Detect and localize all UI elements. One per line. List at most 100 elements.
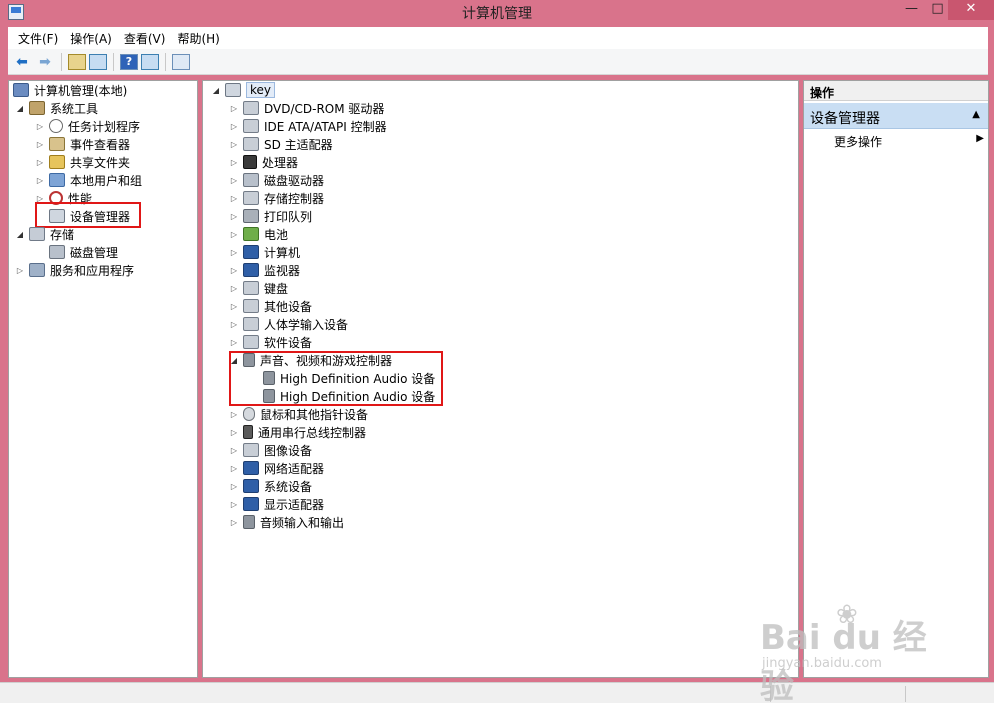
expand-triangle-icon[interactable]: ▷ bbox=[229, 158, 239, 167]
tree-item-performance[interactable]: ▷ 性能 bbox=[35, 189, 92, 207]
expand-triangle-icon[interactable]: ▷ bbox=[229, 140, 239, 149]
tree-item-label: 事件查看器 bbox=[70, 137, 131, 152]
device-category-label: 鼠标和其他指针设备 bbox=[260, 407, 369, 422]
audio-device-item[interactable]: High Definition Audio 设备 bbox=[263, 387, 435, 405]
tree-item-label: 性能 bbox=[68, 191, 93, 206]
tree-item-system-tools[interactable]: ◢ 系统工具 bbox=[15, 99, 98, 117]
other-devices-icon bbox=[243, 299, 259, 313]
expand-triangle-icon[interactable]: ▷ bbox=[229, 284, 239, 293]
device-tree-root-label: key bbox=[246, 82, 276, 98]
device-category[interactable]: ▷ 监视器 bbox=[229, 261, 300, 279]
back-arrow-icon[interactable]: ⬅ bbox=[12, 52, 32, 72]
expand-triangle-icon[interactable]: ▷ bbox=[229, 338, 239, 347]
device-category[interactable]: ▷ DVD/CD-ROM 驱动器 bbox=[229, 99, 384, 117]
device-category[interactable]: ▷ 人体学输入设备 bbox=[229, 315, 348, 333]
audio-device-item[interactable]: High Definition Audio 设备 bbox=[263, 369, 435, 387]
show-action-pane-icon[interactable] bbox=[141, 53, 159, 70]
expand-triangle-icon[interactable]: ▷ bbox=[35, 176, 45, 185]
device-category[interactable]: ▷ 磁盘驱动器 bbox=[229, 171, 324, 189]
maximize-button[interactable]: □ bbox=[924, 0, 951, 20]
tree-item-local-users[interactable]: ▷ 本地用户和组 bbox=[35, 171, 142, 189]
expand-triangle-icon[interactable]: ▷ bbox=[35, 158, 45, 167]
expand-triangle-icon[interactable]: ▷ bbox=[229, 176, 239, 185]
device-category[interactable]: ▷ 其他设备 bbox=[229, 297, 312, 315]
device-category[interactable]: ▷ 存储控制器 bbox=[229, 189, 324, 207]
device-category-sound[interactable]: ◢ 声音、视频和游戏控制器 bbox=[229, 351, 392, 369]
device-category[interactable]: ▷ 电池 bbox=[229, 225, 288, 243]
camera-icon bbox=[243, 443, 259, 457]
show-hide-tree-icon[interactable] bbox=[89, 53, 107, 70]
expand-triangle-icon[interactable]: ▷ bbox=[229, 266, 239, 275]
tree-item-device-manager[interactable]: 设备管理器 bbox=[49, 207, 130, 225]
actions-section-label: 设备管理器 bbox=[810, 111, 880, 127]
actions-section-device-manager[interactable]: 设备管理器 ▲ bbox=[804, 103, 988, 129]
collapse-up-icon[interactable]: ▲ bbox=[972, 109, 980, 120]
device-category[interactable]: ▷ 图像设备 bbox=[229, 441, 312, 459]
services-icon bbox=[29, 263, 45, 277]
device-category[interactable]: ▷ SD 主适配器 bbox=[229, 135, 333, 153]
device-category[interactable]: ▷ 系统设备 bbox=[229, 477, 312, 495]
ide-controller-icon bbox=[243, 119, 259, 133]
device-category[interactable]: ▷ 软件设备 bbox=[229, 333, 312, 351]
tree-item-event-viewer[interactable]: ▷ 事件查看器 bbox=[35, 135, 130, 153]
expand-triangle-icon[interactable]: ▷ bbox=[229, 518, 239, 527]
up-folder-icon[interactable] bbox=[68, 53, 86, 70]
toolbar-separator bbox=[61, 52, 62, 71]
help-icon[interactable]: ? bbox=[120, 53, 138, 70]
collapse-triangle-icon[interactable]: ◢ bbox=[211, 86, 221, 95]
expand-triangle-icon[interactable]: ▷ bbox=[35, 194, 45, 203]
device-category[interactable]: ▷ 计算机 bbox=[229, 243, 300, 261]
expand-triangle-icon[interactable]: ▷ bbox=[229, 464, 239, 473]
device-category[interactable]: ▷ 显示适配器 bbox=[229, 495, 324, 513]
tree-item-shared-folders[interactable]: ▷ 共享文件夹 bbox=[35, 153, 130, 171]
expand-triangle-icon[interactable]: ▷ bbox=[35, 140, 45, 149]
expand-triangle-icon[interactable]: ▷ bbox=[229, 500, 239, 509]
expand-triangle-icon[interactable]: ▷ bbox=[229, 410, 239, 419]
expand-triangle-icon[interactable]: ▷ bbox=[229, 194, 239, 203]
expand-triangle-icon[interactable]: ▷ bbox=[229, 104, 239, 113]
tree-item-storage[interactable]: ◢ 存储 bbox=[15, 225, 74, 243]
menu-view[interactable]: 查看(V) bbox=[118, 30, 172, 47]
expand-triangle-icon[interactable]: ▷ bbox=[229, 446, 239, 455]
minimize-button[interactable]: — bbox=[898, 0, 925, 20]
menu-action[interactable]: 操作(A) bbox=[64, 30, 118, 47]
expand-triangle-icon[interactable]: ▷ bbox=[229, 302, 239, 311]
event-viewer-icon bbox=[49, 137, 65, 151]
title-bar[interactable]: 计算机管理 — □ ✕ bbox=[0, 0, 994, 24]
expand-triangle-icon[interactable]: ▷ bbox=[229, 428, 239, 437]
device-category[interactable]: ▷ 网络适配器 bbox=[229, 459, 324, 477]
device-tree-root[interactable]: ◢ key bbox=[211, 81, 276, 99]
expand-triangle-icon[interactable]: ▷ bbox=[229, 230, 239, 239]
tree-item-label: 任务计划程序 bbox=[68, 119, 141, 134]
device-category[interactable]: ▷ 鼠标和其他指针设备 bbox=[229, 405, 368, 423]
expand-triangle-icon[interactable]: ▷ bbox=[229, 248, 239, 257]
collapse-triangle-icon[interactable]: ◢ bbox=[15, 230, 25, 239]
menu-help[interactable]: 帮助(H) bbox=[171, 30, 225, 47]
shared-folder-icon bbox=[49, 155, 65, 169]
close-button[interactable]: ✕ bbox=[948, 0, 994, 20]
device-category[interactable]: ▷ IDE ATA/ATAPI 控制器 bbox=[229, 117, 387, 135]
device-category[interactable]: ▷ 键盘 bbox=[229, 279, 288, 297]
device-category-label: 存储控制器 bbox=[264, 191, 325, 206]
device-category[interactable]: ▷ 打印队列 bbox=[229, 207, 312, 225]
collapse-triangle-icon[interactable]: ◢ bbox=[229, 356, 239, 365]
expand-triangle-icon[interactable]: ▷ bbox=[229, 122, 239, 131]
tree-item-task-scheduler[interactable]: ▷ 任务计划程序 bbox=[35, 117, 140, 135]
more-actions-item[interactable]: 更多操作 ▶ bbox=[834, 133, 984, 150]
menu-file[interactable]: 文件(F) bbox=[12, 30, 64, 47]
expand-triangle-icon[interactable]: ▷ bbox=[229, 482, 239, 491]
collapse-triangle-icon[interactable]: ◢ bbox=[15, 104, 25, 113]
scan-hardware-icon[interactable] bbox=[172, 53, 190, 70]
device-category[interactable]: ▷ 通用串行总线控制器 bbox=[229, 423, 366, 441]
device-category-label: 计算机 bbox=[264, 245, 301, 260]
device-category[interactable]: ▷ 处理器 bbox=[229, 153, 298, 171]
expand-triangle-icon[interactable]: ▷ bbox=[35, 122, 45, 131]
device-category[interactable]: ▷ 音频输入和输出 bbox=[229, 513, 344, 531]
expand-triangle-icon[interactable]: ▷ bbox=[15, 266, 25, 275]
expand-triangle-icon[interactable]: ▷ bbox=[229, 320, 239, 329]
tree-item-services-apps[interactable]: ▷ 服务和应用程序 bbox=[15, 261, 134, 279]
expand-triangle-icon[interactable]: ▷ bbox=[229, 212, 239, 221]
tree-root[interactable]: 计算机管理(本地) bbox=[13, 81, 127, 99]
forward-arrow-icon[interactable]: ➡ bbox=[35, 52, 55, 72]
tree-item-disk-management[interactable]: 磁盘管理 bbox=[49, 243, 118, 261]
